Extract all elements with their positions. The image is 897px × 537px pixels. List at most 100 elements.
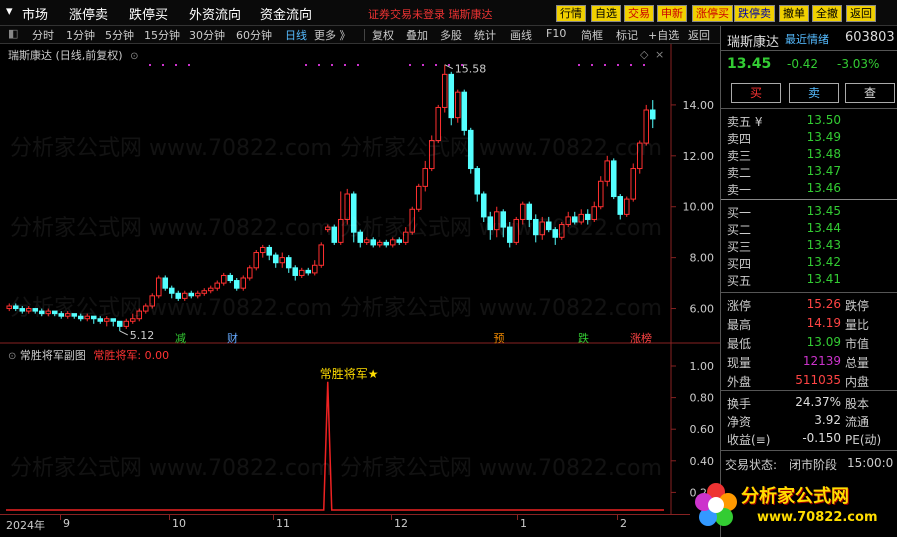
tool-button-2[interactable]: 多股 [440,27,462,43]
bid-label: 买四 [727,257,752,271]
bid-price[interactable]: 13.41 [801,272,841,286]
ask-label: 卖二 [727,166,752,180]
candle [19,306,26,314]
period-tab-6[interactable]: 日线 [285,27,307,43]
bid-price[interactable]: 13.42 [801,255,841,269]
bid-price[interactable]: 13.43 [801,238,841,252]
ytick-label: 12.00 [683,150,715,163]
tool-button-5[interactable]: F10 [546,27,566,40]
candle [25,306,32,314]
candle [610,158,617,200]
buy-button[interactable]: 买 [731,83,781,103]
stat-label: PE(动) [845,433,882,447]
menu-limit-up-sell[interactable]: 涨停卖 [69,4,108,23]
tool-button-1[interactable]: 叠加 [406,27,428,43]
sub-options-icon[interactable]: ⊙ [8,351,16,362]
menu-capital-flow[interactable]: 资金流向 [260,4,312,23]
bid-price[interactable]: 13.44 [801,221,841,235]
chart-options-icon[interactable]: ⊙ [130,51,138,62]
event-marker[interactable]: 涨榜 [630,331,652,344]
stat-label: 换手 [727,397,752,411]
menu-limit-down-buy[interactable]: 跌停买 [129,4,168,23]
ask-label: 卖四 [727,132,752,146]
bid-price[interactable]: 13.45 [801,204,841,218]
candle [324,224,331,233]
candle [539,216,546,240]
candle [500,209,507,238]
event-marker[interactable]: 跌 [578,331,589,344]
sub-indicator-chart[interactable]: 1.000.800.600.400.20常胜将军★ [0,344,720,514]
ytick-label: 10.00 [683,201,715,214]
time-label: 2 [620,517,627,530]
candle [571,211,578,225]
tool-button-7[interactable]: 标记 [616,27,638,43]
period-tab-5[interactable]: 60分钟 [236,27,272,43]
tool-button-6[interactable]: 简框 [581,27,603,43]
candle [181,290,188,301]
menu-foreign-flow[interactable]: 外资流向 [189,4,241,23]
period-tab-2[interactable]: 5分钟 [105,27,134,43]
kline-chart[interactable]: 14.00 12.00 10.00 8.00 6.00 15.58 5.12 减 财 预 跌 涨榜 ◇ × [0,44,720,344]
stock-tag[interactable]: 最近情绪 [785,31,829,47]
ask-price[interactable]: 13.49 [801,130,841,144]
tool-button-0[interactable]: 复权 [372,27,394,43]
candle [558,222,565,240]
event-marker[interactable]: 财 [227,331,238,344]
time-tick [273,515,274,520]
candle [227,272,234,284]
ask-price[interactable]: 13.50 [801,113,841,127]
sell-button[interactable]: 卖 [789,83,839,103]
close-icon[interactable]: × [655,48,664,61]
quick-button-1[interactable]: 自选 [591,5,621,22]
candle [129,313,136,324]
signal-dot [591,64,593,66]
candle [142,303,149,314]
candle [357,229,364,248]
candle [201,288,208,296]
time-tick [617,515,618,520]
chart-title: 瑞斯康达 (日线,前复权) ⊙ [8,47,138,63]
tool-button-9[interactable]: 返回 [688,27,710,43]
time-tick [517,515,518,520]
period-tab-4[interactable]: 30分钟 [189,27,225,43]
panel-toggle-icon[interactable]: ◧ [8,27,18,40]
stock-name: 瑞斯康达 [727,35,780,50]
tool-button-8[interactable]: +自选 [648,27,679,43]
tool-button-4[interactable]: 画线 [510,27,532,43]
period-tab-7[interactable]: 更多 》 [314,27,351,43]
stat-value: 15.26 [806,297,841,311]
quick-button-0[interactable]: 行情 [556,5,586,22]
quick-button-3[interactable]: 申新 [657,5,687,22]
tool-button-3[interactable]: 统计 [474,27,496,43]
quick-button-2[interactable]: 交易 [624,5,654,22]
stock-code: 603803 [845,30,895,45]
diamond-icon[interactable]: ◇ [640,48,649,61]
menu-market[interactable]: 市场 [22,4,48,23]
candle [513,216,520,245]
ask-price[interactable]: 13.47 [801,164,841,178]
chart-toolbar: ◧ 分时 1分钟 5分钟 15分钟 30分钟 60分钟 日线 更多 》 复权 叠加 多股 统计 画线 F10… [0,26,720,44]
period-tab-3[interactable]: 15分钟 [144,27,180,43]
quick-button-4[interactable]: 涨停买 [692,5,733,22]
quick-button-5[interactable]: 跌停卖 [734,5,775,22]
period-tab-1[interactable]: 1分钟 [66,27,95,43]
candle [487,211,494,240]
time-tick [60,515,61,520]
period-tab-0[interactable]: 分时 [32,27,54,43]
quick-button-6[interactable]: 撤单 [779,5,809,22]
chart-title-text: 瑞斯康达 (日线,前复权) [8,49,123,62]
candle [565,211,572,228]
event-marker[interactable]: 预 [494,332,505,344]
event-marker[interactable]: 减 [175,332,186,344]
query-button[interactable]: 查 [845,83,895,103]
candle [461,89,468,136]
candle [298,267,305,278]
candle [253,250,260,271]
candle [376,239,383,248]
ask-price[interactable]: 13.48 [801,147,841,161]
quick-button-7[interactable]: 全撤 [812,5,842,22]
candle [71,313,78,319]
candle [422,160,429,192]
ask-price[interactable]: 13.46 [801,181,841,195]
quick-button-8[interactable]: 返回 [846,5,876,22]
